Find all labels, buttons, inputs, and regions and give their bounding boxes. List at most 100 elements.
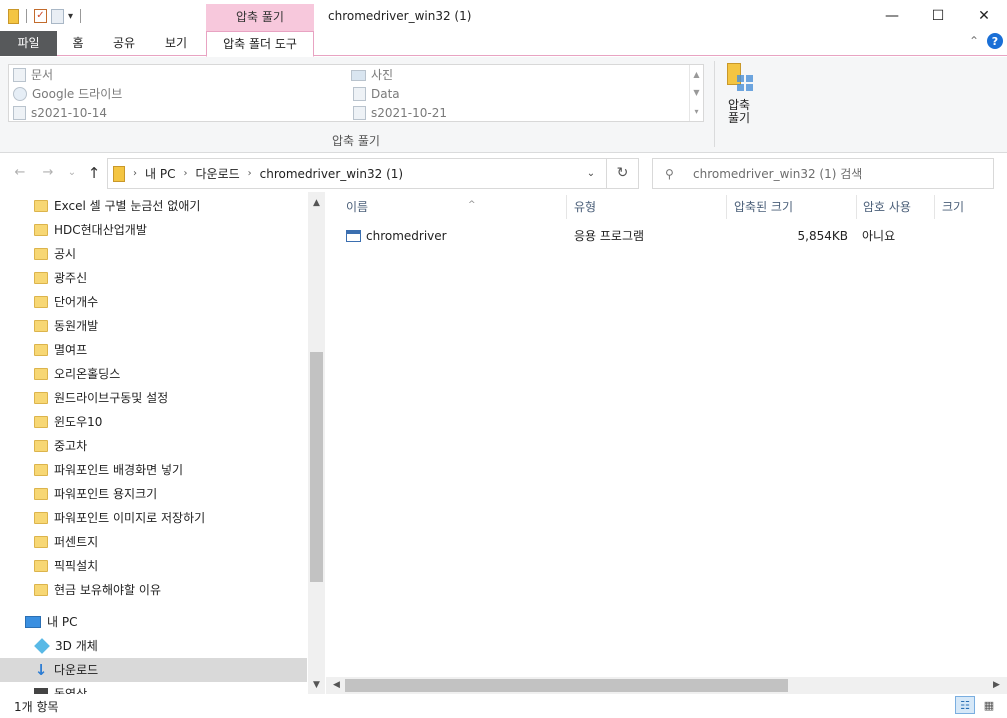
nav-folder-item[interactable]: 파워포인트 배경화면 넣기	[0, 458, 307, 482]
gallery-item-label: s2021-10-21	[371, 106, 447, 120]
scroll-left-icon[interactable]: ◀	[328, 677, 345, 694]
nav-item-label: 중고차	[54, 439, 88, 453]
column-divider[interactable]	[726, 195, 727, 219]
search-box[interactable]: ⚲ chromedriver_win32 (1) 검색	[652, 158, 994, 189]
forward-button[interactable]: →	[39, 164, 57, 182]
nav-folder-item[interactable]: 동원개발	[0, 314, 307, 338]
tab-compressed-folder-tools[interactable]: 압축 폴더 도구	[206, 31, 314, 57]
scroll-down-icon[interactable]: ▼	[693, 88, 699, 97]
nav-folder-item[interactable]: 픽픽설치	[0, 554, 307, 578]
extract-to-gallery: 문서 Google 드라이브 s2021-10-14 사진 Data s2021…	[8, 64, 704, 122]
minimize-button[interactable]: —	[869, 0, 915, 32]
column-divider[interactable]	[856, 195, 857, 219]
extract-all-button[interactable]: 압축 풀기	[721, 63, 757, 125]
breadcrumb-separator[interactable]: ›	[133, 168, 137, 179]
gallery-item-google-drive[interactable]: Google 드라이브	[13, 84, 122, 104]
folder-icon	[34, 488, 48, 500]
nav-folder-item[interactable]: 공시	[0, 242, 307, 266]
tab-file[interactable]: 파일	[0, 31, 57, 56]
gallery-item-s2021-10-21[interactable]: s2021-10-21	[353, 103, 447, 123]
nav-folder-item[interactable]: 멸여프	[0, 338, 307, 362]
column-header-type[interactable]: 유형	[574, 195, 724, 219]
zip-folder-icon	[8, 8, 19, 24]
nav-item-downloads[interactable]: ↓ 다운로드	[0, 658, 307, 682]
new-folder-icon[interactable]	[51, 8, 64, 24]
help-icon[interactable]: ?	[987, 33, 1003, 49]
file-password: 아니요	[862, 229, 896, 243]
gallery-item-s2021-10-14[interactable]: s2021-10-14	[13, 103, 107, 123]
3d-objects-icon	[34, 638, 50, 654]
maximize-button[interactable]: ☐	[915, 0, 961, 32]
tab-home[interactable]: 홈	[58, 31, 98, 56]
nav-item-3d-objects[interactable]: 3D 개체	[0, 634, 307, 658]
breadcrumb-current-folder[interactable]: chromedriver_win32 (1)	[260, 167, 403, 181]
file-compressed-size: 5,854KB	[797, 229, 848, 243]
address-bar[interactable]: › 내 PC › 다운로드 › chromedriver_win32 (1) ⌄…	[107, 158, 639, 189]
large-icons-view-button[interactable]: ▦	[979, 696, 999, 714]
chevron-up-icon[interactable]: ⌃	[969, 34, 979, 48]
ribbon-right-controls: ⌃ ?	[969, 33, 1003, 49]
scroll-down-icon[interactable]: ▼	[308, 677, 325, 694]
scroll-thumb[interactable]	[345, 679, 788, 692]
folder-icon	[34, 440, 48, 452]
scroll-right-icon[interactable]: ▶	[988, 677, 1005, 694]
nav-item-videos[interactable]: 동영상	[0, 682, 307, 694]
nav-folder-item[interactable]: 윈도우10	[0, 410, 307, 434]
extract-all-icon	[725, 63, 753, 93]
file-name: chromedriver	[366, 229, 447, 243]
gallery-item-documents[interactable]: 문서	[13, 65, 53, 85]
back-button[interactable]: ←	[11, 164, 29, 182]
recent-locations-button[interactable]: ⌄	[63, 164, 81, 182]
scroll-up-icon[interactable]: ▲	[693, 70, 699, 79]
column-header-compressed-size[interactable]: 압축된 크기	[734, 195, 854, 219]
breadcrumb-separator[interactable]: ›	[183, 168, 187, 179]
up-button[interactable]: ↑	[85, 164, 103, 182]
nav-folder-item[interactable]: HDC현대산업개발	[0, 218, 307, 242]
scroll-up-icon[interactable]: ▲	[308, 195, 325, 212]
computer-icon	[25, 616, 41, 628]
scroll-thumb[interactable]	[310, 352, 323, 582]
nav-folder-item[interactable]: 중고차	[0, 434, 307, 458]
column-divider[interactable]	[934, 195, 935, 219]
details-view-button[interactable]: ☷	[955, 696, 975, 714]
address-dropdown-icon[interactable]: ⌄	[580, 159, 602, 188]
column-header-size[interactable]: 크기	[942, 195, 1002, 219]
nav-folder-item[interactable]: 파워포인트 이미지로 저장하기	[0, 506, 307, 530]
breadcrumb-downloads[interactable]: 다운로드	[195, 165, 239, 182]
nav-folder-item[interactable]: Excel 셀 구별 눈금선 없애기	[0, 194, 307, 218]
nav-vertical-scrollbar[interactable]: ▲ ▼	[308, 192, 325, 694]
nav-item-label: 멸여프	[54, 343, 88, 357]
breadcrumb-separator[interactable]: ›	[248, 168, 252, 179]
gallery-item-data[interactable]: Data	[353, 84, 400, 104]
tab-share[interactable]: 공유	[102, 31, 146, 56]
nav-folder-item[interactable]: 광주신	[0, 266, 307, 290]
properties-icon[interactable]: ✓	[34, 9, 47, 23]
nav-folder-item[interactable]: 현금 보유해야할 이유	[0, 578, 307, 602]
gallery-item-label: 사진	[371, 68, 394, 82]
column-divider[interactable]	[566, 195, 567, 219]
search-input[interactable]: chromedriver_win32 (1) 검색	[693, 165, 862, 182]
breadcrumb-this-pc[interactable]: 내 PC	[145, 165, 175, 182]
nav-folder-item[interactable]: 단어개수	[0, 290, 307, 314]
nav-folder-item[interactable]: 오리온홀딩스	[0, 362, 307, 386]
gallery-item-pictures[interactable]: 사진	[351, 65, 393, 85]
file-list-pane: 이름 ^ 유형 압축된 크기 암호 사용 크기 chromedriver 응용 …	[326, 192, 1007, 694]
nav-folder-item[interactable]: 퍼센트지	[0, 530, 307, 554]
folder-icon	[34, 368, 48, 380]
nav-item-this-pc[interactable]: 내 PC	[0, 610, 307, 634]
content-horizontal-scrollbar[interactable]: ◀ ▶	[326, 677, 1007, 694]
tab-view[interactable]: 보기	[152, 31, 200, 56]
refresh-button[interactable]: ↻	[606, 159, 638, 188]
column-header-password[interactable]: 암호 사용	[863, 195, 933, 219]
gallery-expand-icon[interactable]: ▾	[694, 107, 698, 116]
folder-icon	[34, 464, 48, 476]
column-label: 이름	[346, 200, 369, 214]
close-button[interactable]: ✕	[961, 0, 1007, 32]
gallery-scroll[interactable]: ▲ ▼ ▾	[689, 65, 703, 121]
status-bar: 1개 항목 ☷ ▦	[0, 694, 1007, 718]
column-header-name[interactable]: 이름 ^	[346, 195, 566, 219]
nav-folder-item[interactable]: 파워포인트 용지크기	[0, 482, 307, 506]
nav-folder-item[interactable]: 원드라이브구동및 설정	[0, 386, 307, 410]
table-row[interactable]: chromedriver 응용 프로그램 5,854KB 아니요	[340, 225, 1007, 247]
customize-qat-icon[interactable]: ▾	[68, 11, 73, 22]
